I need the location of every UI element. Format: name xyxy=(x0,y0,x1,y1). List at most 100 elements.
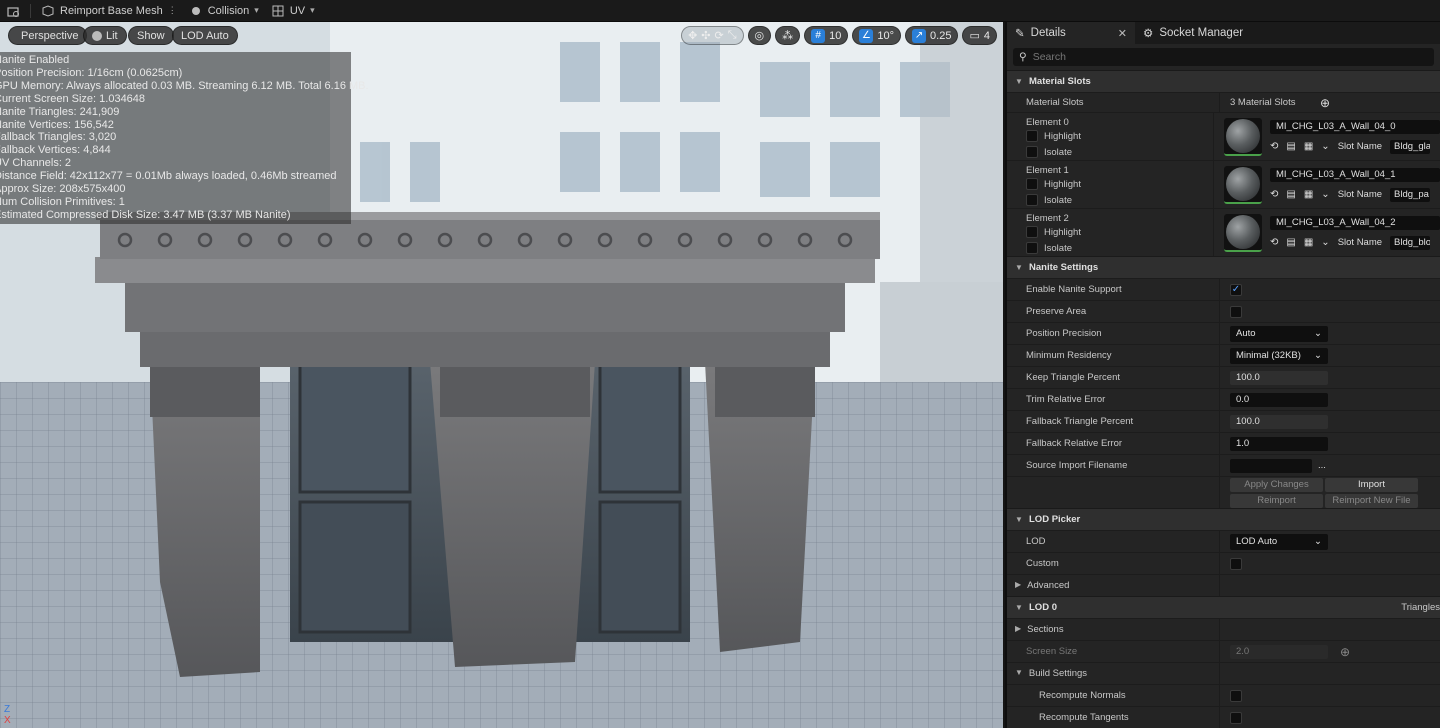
viewport[interactable]: Perspective Lit Show LOD Auto Nanite Ena… xyxy=(0,22,1003,728)
top-toolbar: Reimport Base Mesh ⋮ Collision ▾ UV ▾ xyxy=(0,0,1440,22)
perspective-label: Perspective xyxy=(21,29,79,42)
reset-icon[interactable]: ⟲ xyxy=(1270,189,1278,200)
slot-name-input[interactable]: Bldg_pa xyxy=(1390,187,1431,202)
reset-icon[interactable]: ⟲ xyxy=(1270,141,1278,152)
collision-menu[interactable]: Collision ▾ xyxy=(183,0,265,22)
lod-picker-header[interactable]: ▼ LOD Picker xyxy=(1007,508,1440,530)
lod-select[interactable]: LOD Auto ⌄ xyxy=(1230,533,1328,550)
reimport-button[interactable]: Reimport Base Mesh ⋮ xyxy=(35,0,183,22)
source-filename-input[interactable] xyxy=(1230,458,1312,473)
reimport-nanite-button[interactable]: Reimport xyxy=(1230,493,1323,508)
rotation-snap-toggle[interactable]: ∠ 10° xyxy=(852,26,902,45)
custom-checkbox[interactable] xyxy=(1230,557,1242,570)
fallback-percent-input[interactable]: 100.0 xyxy=(1230,414,1328,429)
lit-button[interactable]: Lit xyxy=(83,26,127,45)
lod-button[interactable]: LOD Auto xyxy=(172,26,238,45)
slot-name-input[interactable]: Bldg_blo xyxy=(1390,235,1431,250)
material-picker[interactable]: MI_CHG_L03_A_Wall_04_1 xyxy=(1270,167,1440,182)
axis-x-label: X xyxy=(4,715,11,726)
perspective-button[interactable]: Perspective xyxy=(8,26,88,45)
position-precision-select[interactable]: Auto ⌄ xyxy=(1230,325,1328,342)
import-button[interactable]: Import xyxy=(1325,477,1418,492)
add-icon[interactable]: ⊕ xyxy=(1320,96,1330,110)
sections-row[interactable]: ▶ Sections xyxy=(1007,618,1440,640)
surface-snap-toggle[interactable]: ⁂ xyxy=(775,26,801,45)
highlight-checkbox[interactable] xyxy=(1026,178,1038,190)
search-input[interactable]: ⚲ Search xyxy=(1013,48,1434,66)
material-thumbnail[interactable] xyxy=(1224,213,1262,252)
show-button[interactable]: Show xyxy=(128,26,174,45)
mesh-icon xyxy=(42,4,54,17)
apply-changes-button[interactable]: Apply Changes xyxy=(1230,477,1323,492)
expand-icon: ▶ xyxy=(1015,580,1022,589)
browse-icon[interactable]: ▤ xyxy=(1286,189,1295,200)
chevron-down-icon: ▾ xyxy=(254,5,259,15)
fallback-error-row: Fallback Relative Error 1.0 xyxy=(1007,432,1440,454)
move-icon: ✣ xyxy=(701,30,711,42)
close-icon[interactable]: ✕ xyxy=(1118,27,1127,40)
material-slots-header[interactable]: ▼ Material Slots xyxy=(1007,70,1440,92)
grid-snap-value: 10 xyxy=(829,29,842,42)
snap-icon: ⁂ xyxy=(782,30,794,42)
isolate-checkbox[interactable] xyxy=(1026,146,1038,158)
build-settings-row[interactable]: ▼ Build Settings xyxy=(1007,662,1440,684)
preserve-area-checkbox[interactable] xyxy=(1230,305,1242,318)
property-label: Advanced xyxy=(1027,580,1070,591)
add-icon[interactable]: ⊕ xyxy=(1340,645,1350,659)
select-icon: ✥ xyxy=(688,30,698,42)
lod0-header[interactable]: ▼ LOD 0 Triangles xyxy=(1007,596,1440,618)
grid-snap-toggle[interactable]: # 10 xyxy=(804,26,849,45)
chevron-down-icon: ⌄ xyxy=(1314,536,1322,547)
material-picker[interactable]: MI_CHG_L03_A_Wall_04_2 xyxy=(1270,215,1440,230)
screen-size-input[interactable]: 2.0 xyxy=(1230,644,1328,659)
chevron-down-icon[interactable]: ⌄ xyxy=(1321,237,1329,248)
collapse-icon: ▼ xyxy=(1015,515,1023,524)
slot-name-input[interactable]: Bldg_gla xyxy=(1390,139,1431,154)
nanite-settings-header[interactable]: ▼ Nanite Settings xyxy=(1007,256,1440,278)
more-button[interactable]: ... xyxy=(1318,460,1326,471)
isolate-checkbox[interactable] xyxy=(1026,242,1038,254)
material-thumbnail[interactable] xyxy=(1224,117,1262,156)
source-import-row: Source Import Filename ... xyxy=(1007,454,1440,476)
property-label: Material Slots xyxy=(1026,97,1084,108)
recompute-tangents-checkbox[interactable] xyxy=(1230,711,1242,724)
checker-icon[interactable]: ▦ xyxy=(1304,189,1313,200)
highlight-checkbox[interactable] xyxy=(1026,130,1038,142)
tab-socket-manager[interactable]: ⚙ Socket Manager xyxy=(1135,22,1251,44)
recompute-normals-row: Recompute Normals xyxy=(1007,684,1440,706)
tab-details[interactable]: ✎ Details ✕ xyxy=(1007,22,1135,44)
lod-label: LOD Auto xyxy=(181,29,229,42)
browse-icon[interactable]: ▤ xyxy=(1286,237,1295,248)
property-label: Fallback Triangle Percent xyxy=(1026,416,1134,427)
trim-error-input[interactable]: 0.0 xyxy=(1230,392,1328,407)
isolate-checkbox[interactable] xyxy=(1026,194,1038,206)
material-preview xyxy=(1226,118,1260,153)
browse-icon[interactable]: ▤ xyxy=(1286,141,1295,152)
keep-triangle-input[interactable]: 100.0 xyxy=(1230,370,1328,385)
pencil-icon: ✎ xyxy=(1015,28,1025,40)
world-local-toggle[interactable]: ◎ xyxy=(747,26,772,45)
select-value: Minimal (32KB) xyxy=(1236,350,1301,361)
camera-speed-button[interactable]: ▭ 4 xyxy=(962,26,997,45)
advanced-row[interactable]: ▶ Advanced xyxy=(1007,574,1440,596)
reimport-new-file-button[interactable]: Reimport New File xyxy=(1325,493,1418,508)
chevron-down-icon[interactable]: ⌄ xyxy=(1321,189,1329,200)
fallback-error-input[interactable]: 1.0 xyxy=(1230,436,1328,451)
minimum-residency-select[interactable]: Minimal (32KB) ⌄ xyxy=(1230,347,1328,364)
uv-menu[interactable]: UV ▾ xyxy=(265,0,321,22)
reset-icon[interactable]: ⟲ xyxy=(1270,237,1278,248)
material-thumbnail[interactable] xyxy=(1224,165,1262,204)
recompute-normals-checkbox[interactable] xyxy=(1230,689,1242,702)
grid-icon: # xyxy=(811,28,826,43)
checker-icon[interactable]: ▦ xyxy=(1304,237,1313,248)
highlight-checkbox[interactable] xyxy=(1026,226,1038,238)
chevron-down-icon[interactable]: ⌄ xyxy=(1321,141,1329,152)
checker-icon[interactable]: ▦ xyxy=(1304,141,1313,152)
transform-tools[interactable]: ✥ ✣ ⟳ ⤡ xyxy=(681,26,744,45)
scale-snap-toggle[interactable]: ↗ 0.25 xyxy=(905,26,959,45)
stats-line: Estimated Compressed Disk Size: 3.47 MB … xyxy=(0,208,291,221)
enable-nanite-checkbox[interactable]: ✓ xyxy=(1230,283,1242,296)
material-picker[interactable]: MI_CHG_L03_A_Wall_04_0 xyxy=(1270,119,1440,134)
stats-overlay: Nanite Enabled Position Precision: 1/16c… xyxy=(0,52,369,224)
save-tool[interactable] xyxy=(0,0,26,22)
